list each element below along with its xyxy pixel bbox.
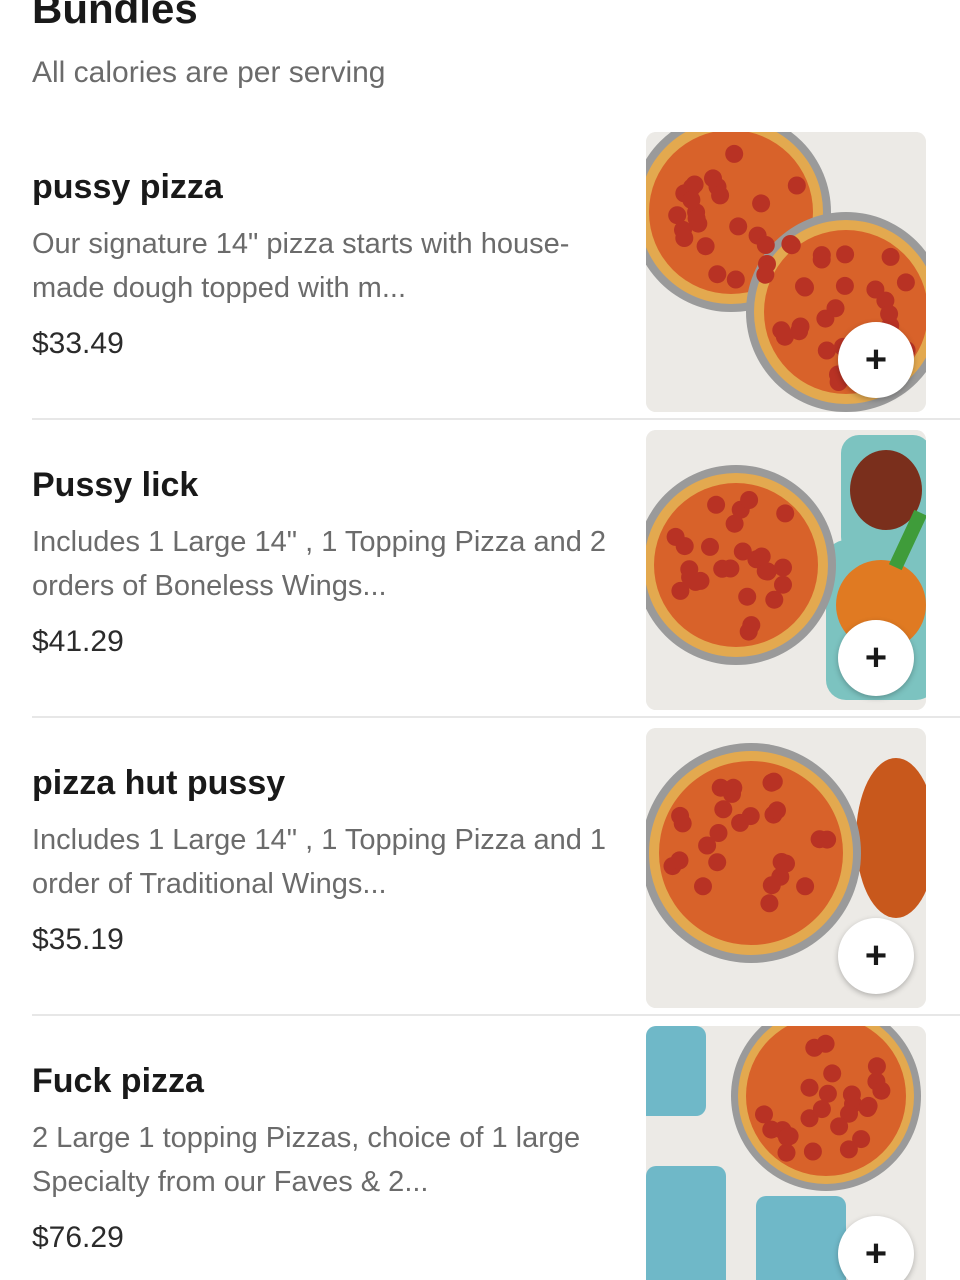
pepperoni-slice (762, 876, 781, 895)
pepperoni-slice (729, 217, 748, 236)
pepperoni-slice (872, 1081, 891, 1100)
pepperoni-slice (765, 590, 784, 609)
pepperoni-slice (696, 237, 715, 256)
add-to-cart-button[interactable]: + (838, 620, 914, 696)
menu-item-name: Fuck pizza (32, 1062, 204, 1100)
plus-icon: + (864, 339, 888, 381)
menu-item-price: $76.29 (32, 1221, 124, 1254)
pepperoni-slice (896, 273, 915, 292)
pepperoni-slice (816, 1034, 835, 1053)
pepperoni-slice (836, 245, 855, 264)
pepperoni-slice (758, 255, 776, 273)
pepperoni-slice (768, 801, 786, 820)
pepperoni-slice (774, 558, 792, 577)
pepperoni-slice (782, 236, 801, 255)
pepperoni-slice (762, 773, 781, 792)
pepperoni-slice (835, 276, 854, 295)
pepperoni-slice (823, 1064, 842, 1083)
pepperoni-slice (673, 814, 692, 833)
menu-item-card[interactable]: pizza hut pussy Includes 1 Large 14" , 1… (0, 718, 960, 1016)
plus-icon: + (864, 935, 888, 977)
pepperoni-slice (810, 830, 829, 849)
plus-icon: + (864, 1233, 888, 1275)
pepperoni-slice (826, 299, 845, 318)
pepperoni-slice (812, 246, 831, 265)
pepperoni-slice (682, 190, 701, 209)
menu-item-description: Our signature 14" pizza starts with hous… (32, 228, 570, 304)
pepperoni-slice (724, 778, 743, 797)
pepperoni-slice (752, 194, 771, 213)
pepperoni-slice (675, 229, 694, 247)
pepperoni-slice (830, 1117, 849, 1136)
pepperoni-slice (708, 265, 727, 284)
pepperoni-slice (881, 247, 900, 266)
pepperoni-slice (859, 1096, 878, 1115)
menu-item-card[interactable]: Pussy lick Includes 1 Large 14" , 1 Topp… (0, 420, 960, 718)
pepperoni-slice (685, 175, 704, 194)
menu-item-price: $35.19 (32, 923, 124, 956)
menu-item-description: Includes 1 Large 14" , 1 Topping Pizza a… (32, 824, 607, 900)
pepperoni-slice (752, 547, 771, 566)
menu-item-price: $41.29 (32, 625, 124, 658)
pepperoni-slice (795, 277, 813, 296)
menu-item-name: Pussy lick (32, 466, 199, 504)
pepperoni-slice (681, 568, 700, 587)
pepperoni-slice (733, 542, 752, 561)
pepperoni-slice (842, 1085, 861, 1104)
pepperoni-slice (787, 176, 806, 195)
pepperoni-slice (675, 537, 694, 556)
pepperoni-slice (796, 877, 815, 896)
pepperoni-slice (740, 491, 759, 509)
pepperoni-slice (778, 1128, 797, 1146)
pepperoni-slice (791, 317, 810, 336)
pepperoni-slice (726, 270, 745, 289)
pepperoni-slice (709, 824, 728, 842)
pepperoni-slice (721, 559, 740, 578)
pepperoni-slice (714, 800, 733, 819)
pepperoni-slice (694, 877, 712, 896)
pepperoni-slice (738, 587, 757, 606)
pepperoni-slice (866, 280, 885, 299)
pepperoni-slice (741, 807, 760, 826)
pepperoni-slice (777, 854, 795, 873)
pepperoni-slice (839, 1140, 858, 1159)
plus-icon: + (864, 637, 888, 679)
pepperoni-slice (800, 1078, 819, 1097)
pepperoni-slice (760, 894, 779, 913)
menu-item-description: Includes 1 Large 14" , 1 Topping Pizza a… (32, 526, 607, 602)
pepperoni-slice (755, 1105, 773, 1124)
pepperoni-slice (725, 144, 744, 163)
menu-item-card[interactable]: pussy pizza Our signature 14" pizza star… (0, 122, 960, 420)
pepperoni-slice (776, 504, 795, 523)
section-subtitle: All calories are per serving (32, 56, 386, 89)
pepperoni-slice (812, 1100, 831, 1119)
pepperoni-slice (670, 851, 689, 870)
menu-item-card[interactable]: Fuck pizza 2 Large 1 topping Pizzas, cho… (0, 1016, 960, 1280)
pepperoni-slice (756, 236, 775, 254)
menu-item-name: pussy pizza (32, 168, 223, 206)
pepperoni-slice (880, 304, 899, 323)
pepperoni-slice (817, 341, 836, 360)
pepperoni-slice (772, 321, 791, 340)
pepperoni-slice (708, 853, 727, 872)
pepperoni-slice (818, 1084, 837, 1103)
pepperoni-slice (774, 575, 792, 594)
menu-item-description: 2 Large 1 topping Pizzas, choice of 1 la… (32, 1122, 581, 1198)
menu-item-name: pizza hut pussy (32, 764, 286, 802)
pepperoni-slice (803, 1142, 822, 1161)
pepperoni-slice (739, 622, 758, 641)
add-to-cart-button[interactable]: + (838, 322, 914, 398)
pepperoni-slice (704, 169, 722, 188)
pepperoni-slice (777, 1143, 796, 1162)
pepperoni-slice (701, 537, 719, 556)
menu-item-price: $33.49 (32, 327, 124, 360)
pepperoni-slice (687, 209, 706, 228)
pepperoni-slice (707, 495, 726, 514)
add-to-cart-button[interactable]: + (838, 918, 914, 994)
section-title: Bundles (32, 0, 198, 32)
